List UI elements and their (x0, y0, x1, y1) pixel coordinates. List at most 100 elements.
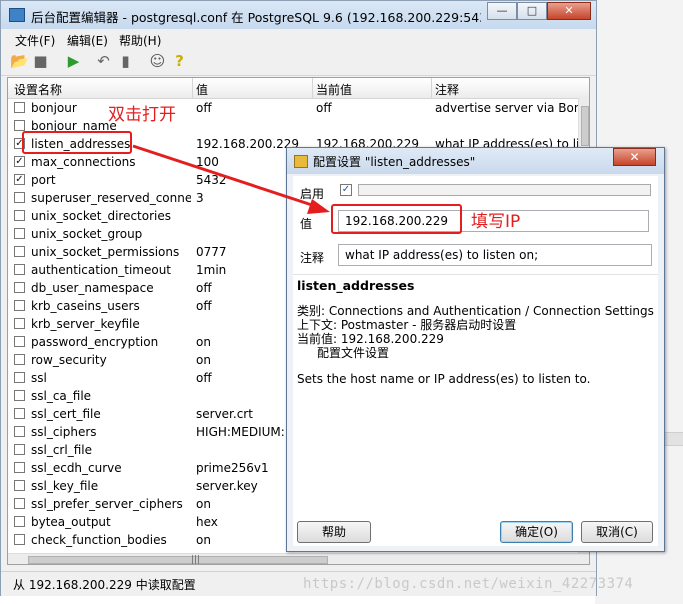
dialog-close-button[interactable]: ✕ (613, 148, 656, 166)
menu-edit[interactable]: 编辑(E) (67, 32, 108, 49)
row-checkbox[interactable] (14, 300, 25, 311)
toolbar: 📂 ■ ▶ ↶ ▮ ☺ ? (1, 49, 596, 76)
menu-file[interactable]: 文件(F) (15, 32, 55, 49)
setting-name-cell: ssl_cert_file (31, 407, 101, 421)
setting-description: Sets the host name or IP address(es) to … (297, 372, 591, 386)
setting-name-cell: krb_caseins_users (31, 299, 140, 313)
dialog-title-bar[interactable]: 配置设置 "listen_addresses" ✕ (287, 148, 664, 174)
scroll-grip: ||| (191, 555, 201, 565)
row-checkbox[interactable] (14, 408, 25, 419)
header-current[interactable]: 当前值 (316, 81, 352, 98)
setting-name-cell: unix_socket_permissions (31, 245, 180, 259)
setting-name-cell: authentication_timeout (31, 263, 171, 277)
table-row[interactable]: bonjouroffoffadvertise server via Bonjou… (8, 99, 578, 117)
help-button[interactable]: 帮助 (297, 521, 371, 543)
row-checkbox[interactable] (14, 498, 25, 509)
menu-bar: 文件(F) 编辑(E) 帮助(H) (1, 29, 596, 49)
cancel-button[interactable]: 取消(C) (581, 521, 653, 543)
row-checkbox[interactable] (14, 534, 25, 545)
row-checkbox[interactable] (14, 462, 25, 473)
comment-input[interactable]: what IP address(es) to listen on; (338, 244, 652, 266)
enable-checkbox[interactable]: ✓ (340, 184, 352, 196)
highlight-listen-addresses (22, 131, 132, 154)
annotation-fill-ip: 填写IP (471, 212, 521, 232)
hint-icon[interactable]: ☺ (149, 53, 166, 70)
header-separator[interactable] (192, 78, 193, 98)
setting-name-cell: max_connections (31, 155, 136, 169)
delete-icon[interactable]: ▮ (117, 53, 134, 70)
setting-name-cell: ssl_prefer_server_ciphers (31, 497, 183, 511)
scroll-thumb[interactable] (581, 106, 589, 146)
enable-bar (358, 184, 651, 196)
row-checkbox[interactable] (14, 390, 25, 401)
setting-name-cell: check_function_bodies (31, 533, 167, 547)
setting-name-cell: row_security (31, 353, 107, 367)
row-checkbox[interactable] (14, 264, 25, 275)
setting-name-cell: ssl_ecdh_curve (31, 461, 122, 475)
watermark: https://blog.csdn.net/weixin_42273374 (303, 576, 634, 592)
horizontal-scrollbar[interactable]: ||| (8, 553, 589, 565)
ok-button[interactable]: 确定(O) (500, 521, 573, 543)
row-checkbox[interactable] (14, 516, 25, 527)
row-checkbox[interactable] (14, 444, 25, 455)
row-checkbox[interactable] (14, 354, 25, 365)
status-text: 从 192.168.200.229 中读取配置 (13, 578, 196, 592)
setting-name-cell: bytea_output (31, 515, 111, 529)
maximize-button[interactable]: □ (517, 2, 547, 20)
header-comment[interactable]: 注释 (435, 81, 459, 98)
setting-name-cell: password_encryption (31, 335, 159, 349)
dialog-icon (294, 155, 308, 168)
row-checkbox[interactable] (14, 246, 25, 257)
row-checkbox[interactable] (14, 480, 25, 491)
help-icon[interactable]: ? (171, 53, 188, 70)
row-checkbox[interactable] (14, 372, 25, 383)
row-checkbox[interactable] (14, 102, 25, 113)
menu-help[interactable]: 帮助(H) (119, 32, 161, 49)
row-checkbox[interactable]: ✓ (14, 156, 25, 167)
setting-name-cell: db_user_namespace (31, 281, 154, 295)
dialog-title: 配置设置 "listen_addresses" (313, 155, 476, 169)
row-checkbox[interactable] (14, 336, 25, 347)
setting-name-cell: ssl (31, 371, 47, 385)
row-checkbox[interactable] (14, 318, 25, 329)
grid-header: 设置名称 值 当前值 注释 (8, 78, 589, 99)
setting-name-cell: port (31, 173, 56, 187)
setting-name-cell: ssl_key_file (31, 479, 99, 493)
header-separator[interactable] (312, 78, 313, 98)
undo-icon[interactable]: ↶ (95, 53, 112, 70)
current-value-cell: off (316, 101, 332, 115)
annotation-double-click: 双击打开 (108, 105, 176, 125)
setting-name-cell: unix_socket_group (31, 227, 143, 241)
row-checkbox[interactable]: ✓ (14, 174, 25, 185)
scroll-thumb[interactable]: ||| (28, 555, 328, 565)
row-checkbox[interactable] (14, 120, 25, 131)
row-checkbox[interactable] (14, 228, 25, 239)
value-cell: off (196, 101, 212, 115)
row-checkbox[interactable] (14, 192, 25, 203)
setting-name-cell: superuser_reserved_connections (31, 191, 191, 205)
setting-name-cell: ssl_ca_file (31, 389, 92, 403)
comment-label: 注释 (300, 251, 325, 265)
highlight-value-field (331, 204, 462, 234)
app-icon (9, 8, 25, 22)
setting-name-cell: ssl_ciphers (31, 425, 97, 439)
row-checkbox[interactable] (14, 210, 25, 221)
header-separator[interactable] (431, 78, 432, 98)
setting-name-cell: krb_server_keyfile (31, 317, 140, 331)
comment-cell: advertise server via Bonjour (435, 101, 578, 115)
header-name[interactable]: 设置名称 (14, 81, 62, 98)
minimize-button[interactable]: — (487, 2, 517, 20)
title-bar[interactable]: 后台配置编辑器 - postgresql.conf 在 PostgreSQL 9… (1, 1, 596, 29)
setting-name-cell: ssl_crl_file (31, 443, 92, 457)
setting-source: 配置文件设置 (317, 346, 390, 360)
row-checkbox[interactable] (14, 426, 25, 437)
header-value[interactable]: 值 (196, 81, 208, 98)
open-icon[interactable]: 📂 (10, 53, 29, 70)
close-button[interactable]: ✕ (547, 2, 591, 20)
enable-label: 启用 (300, 187, 325, 201)
row-checkbox[interactable] (14, 282, 25, 293)
run-icon[interactable]: ▶ (65, 53, 82, 70)
save-icon[interactable]: ■ (32, 53, 49, 70)
value-label: 值 (300, 217, 313, 231)
window-title: 后台配置编辑器 - postgresql.conf 在 PostgreSQL 9… (31, 10, 481, 25)
